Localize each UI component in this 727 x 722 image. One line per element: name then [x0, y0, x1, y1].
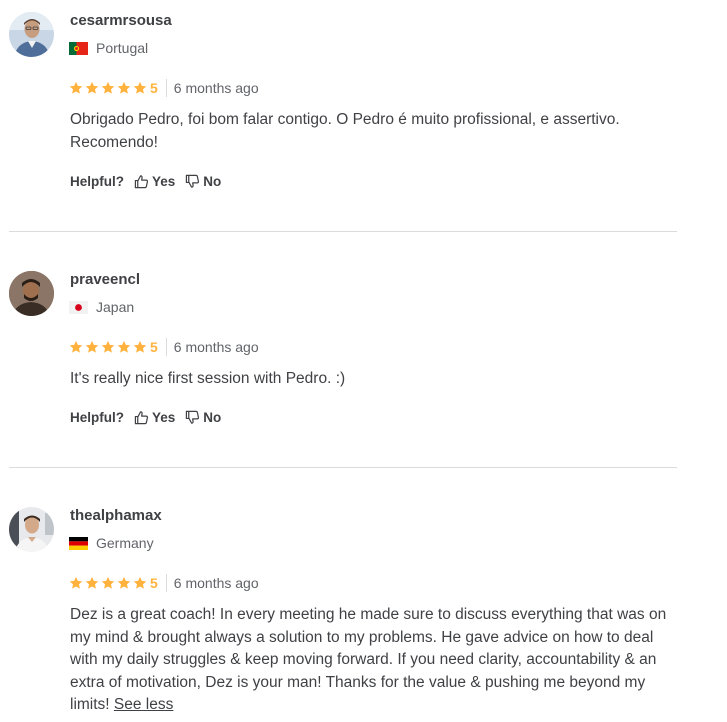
thumbs-up-icon	[134, 174, 149, 188]
star-icon	[101, 81, 115, 94]
star-icon	[85, 576, 99, 589]
rating-row: 5 6 months ago	[69, 574, 259, 592]
star-icon	[117, 576, 131, 589]
avatar[interactable]	[9, 507, 54, 552]
review-divider	[9, 467, 677, 468]
review-time: 6 months ago	[173, 575, 259, 591]
star-icon	[117, 81, 131, 94]
review-divider	[9, 231, 677, 232]
star-icon	[69, 340, 83, 353]
review-time: 6 months ago	[173, 80, 259, 96]
helpful-no-button[interactable]: No	[185, 174, 221, 189]
portugal-flag-icon	[69, 41, 88, 55]
star-icon	[101, 340, 115, 353]
thumbs-down-icon	[186, 174, 200, 188]
rating-divider	[165, 338, 167, 356]
star-icon	[133, 81, 147, 94]
helpful-row: Helpful? Yes No	[70, 172, 231, 190]
avatar[interactable]	[9, 12, 54, 57]
star-icon	[69, 576, 83, 589]
rating-score: 5	[150, 339, 158, 355]
no-label: No	[203, 173, 222, 189]
star-icon	[101, 576, 115, 589]
reviewer-country: Japan	[69, 298, 134, 316]
avatar[interactable]	[9, 271, 54, 316]
helpful-label: Helpful?	[70, 409, 124, 425]
helpful-row: Helpful? Yes No	[70, 408, 231, 426]
review-time: 6 months ago	[173, 339, 259, 355]
helpful-yes-button[interactable]: Yes	[134, 410, 175, 425]
rating-score: 5	[150, 80, 158, 96]
country-name: Japan	[96, 299, 135, 315]
star-rating: 5	[69, 339, 158, 355]
no-label: No	[203, 409, 222, 425]
rating-divider	[165, 79, 167, 97]
star-rating: 5	[69, 575, 158, 591]
reviewer-username[interactable]: praveencl	[70, 271, 140, 289]
helpful-yes-button[interactable]: Yes	[134, 174, 175, 189]
rating-score: 5	[150, 575, 158, 591]
reviewer-username[interactable]: thealphamax	[70, 507, 162, 525]
helpful-no-button[interactable]: No	[185, 410, 221, 425]
review-text: Dez is a great coach! In every meeting h…	[70, 604, 680, 717]
star-icon	[85, 340, 99, 353]
thumbs-down-icon	[186, 410, 200, 424]
star-icon	[117, 340, 131, 353]
country-name: Germany	[96, 535, 154, 551]
rating-row: 5 6 months ago	[69, 79, 259, 97]
germany-flag-icon	[69, 536, 88, 550]
review-text: It's really nice first session with Pedr…	[70, 370, 346, 387]
star-icon	[133, 340, 147, 353]
yes-label: Yes	[152, 173, 176, 189]
rating-divider	[165, 574, 167, 592]
japan-flag-icon	[69, 300, 88, 314]
helpful-label: Helpful?	[70, 173, 124, 189]
see-less-link[interactable]: See less	[114, 696, 173, 713]
star-icon	[69, 81, 83, 94]
yes-label: Yes	[152, 409, 176, 425]
reviewer-country: Germany	[69, 534, 154, 552]
rating-row: 5 6 months ago	[69, 338, 259, 356]
review-text: Obrigado Pedro, foi bom falar contigo. O…	[70, 111, 620, 151]
star-icon	[133, 576, 147, 589]
thumbs-up-icon	[134, 410, 149, 424]
reviewer-username[interactable]: cesarmrsousa	[70, 12, 172, 30]
reviewer-country: Portugal	[69, 39, 148, 57]
star-rating: 5	[69, 80, 158, 96]
country-name: Portugal	[96, 40, 149, 56]
star-icon	[85, 81, 99, 94]
